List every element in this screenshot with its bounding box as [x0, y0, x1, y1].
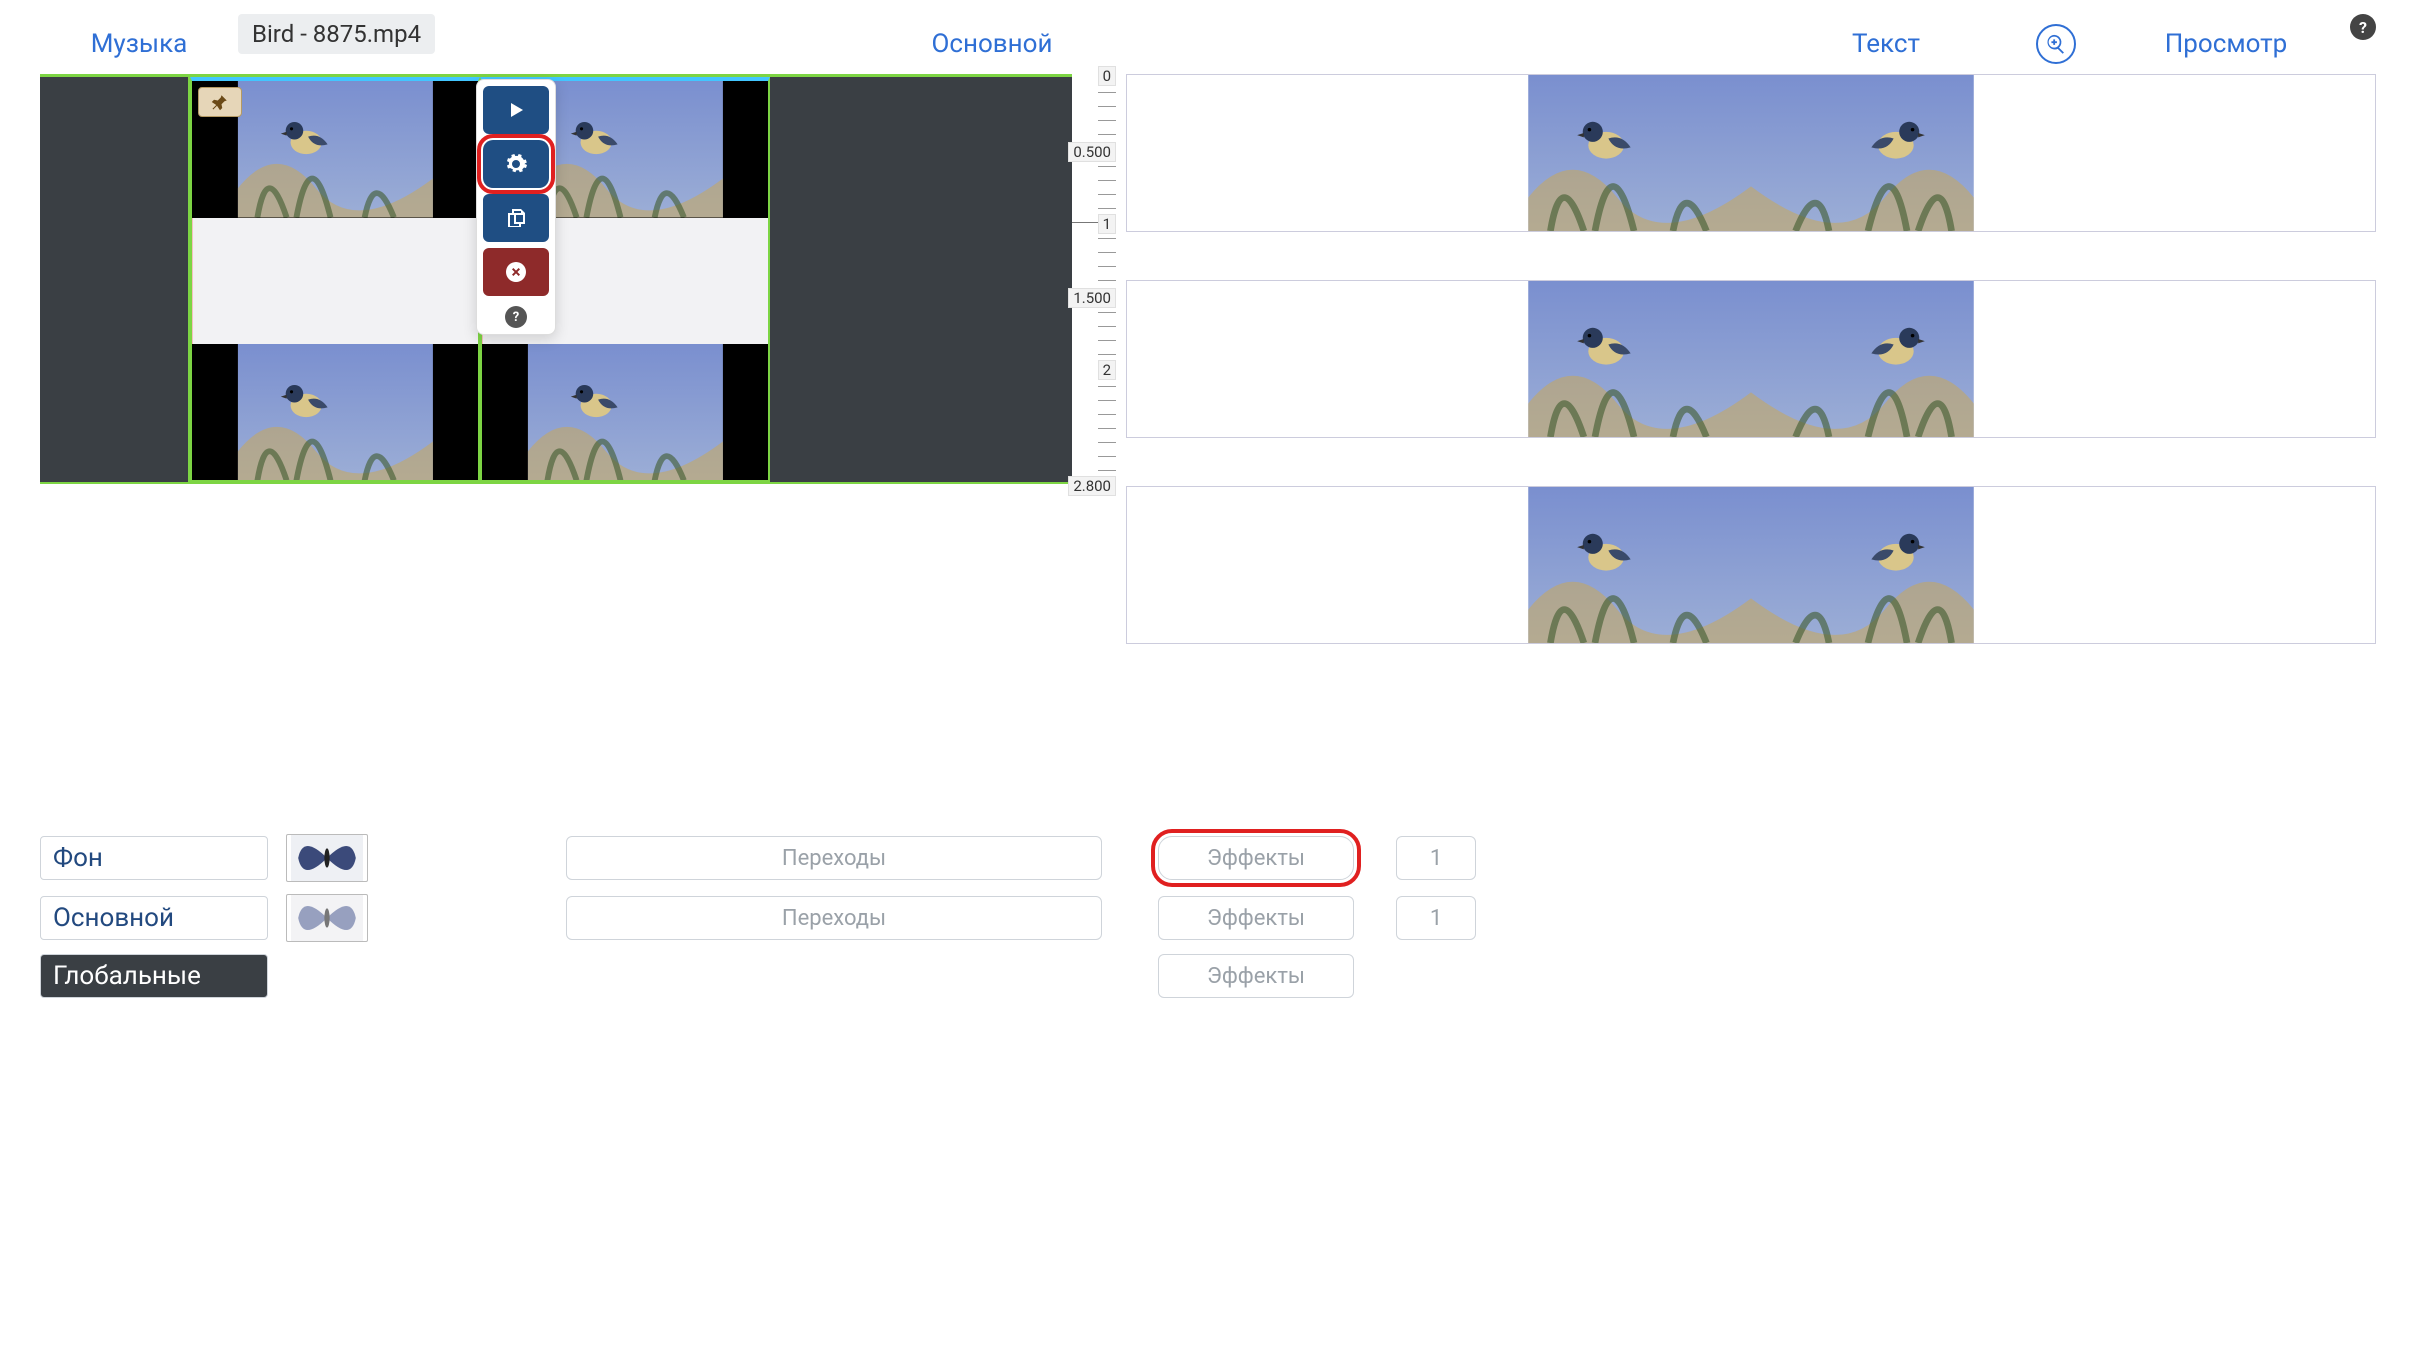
- settings-button[interactable]: [483, 140, 549, 188]
- play-icon: [504, 98, 528, 122]
- time-ruler: 0 0.500 1 1.500 2: [1072, 74, 1116, 644]
- ruler-label-05: 0.500: [1068, 142, 1116, 162]
- layer-thumb-main[interactable]: [286, 894, 368, 942]
- preview-thumb-2[interactable]: [1126, 280, 2376, 438]
- effects-count-row1: 1: [1396, 836, 1476, 880]
- preview-thumb-3[interactable]: [1126, 486, 2376, 644]
- effects-button-row2[interactable]: Эффекты: [1158, 896, 1354, 940]
- gear-icon: [504, 152, 528, 176]
- layer-button-global[interactable]: Глобальные: [40, 954, 268, 998]
- pin-button[interactable]: [198, 87, 242, 117]
- ruler-label-28: 2.800: [1068, 476, 1116, 496]
- layer-thumb-background[interactable]: [286, 834, 368, 882]
- timeline-pre-gap: [40, 77, 190, 482]
- ruler-label-0: 0: [1098, 66, 1116, 86]
- ruler-label-2: 2: [1098, 360, 1116, 380]
- layers-panel: Фон Переходы Эффекты 1 Основной Переходы…: [40, 834, 2376, 998]
- timeline-post-gap: [770, 77, 1072, 482]
- effects-button-row3[interactable]: Эффекты: [1158, 954, 1354, 998]
- copy-button[interactable]: [483, 194, 549, 242]
- ruler-label-15: 1.500: [1068, 288, 1116, 308]
- effects-count-row2: 1: [1396, 896, 1476, 940]
- copy-icon: [504, 206, 528, 230]
- effects-button-row1[interactable]: Эффекты: [1158, 836, 1354, 880]
- layer-button-background[interactable]: Фон: [40, 836, 268, 880]
- panel-help-button[interactable]: ?: [505, 306, 527, 328]
- ruler-label-1: 1: [1098, 214, 1116, 234]
- tab-preview[interactable]: Просмотр: [2076, 29, 2376, 59]
- preview-column: [1116, 74, 2376, 644]
- tab-main[interactable]: Основной: [238, 29, 1746, 59]
- play-button[interactable]: [483, 86, 549, 134]
- timeline-clip-1[interactable]: [190, 77, 480, 482]
- clip-action-panel: ?: [476, 79, 556, 335]
- tab-text[interactable]: Текст: [1746, 29, 2026, 59]
- timeline[interactable]: ?: [40, 74, 1072, 484]
- pin-icon: [211, 93, 229, 111]
- layer-button-main[interactable]: Основной: [40, 896, 268, 940]
- transitions-button-row1[interactable]: Переходы: [566, 836, 1102, 880]
- transitions-button-row2[interactable]: Переходы: [566, 896, 1102, 940]
- preview-thumb-1[interactable]: [1126, 74, 2376, 232]
- zoom-in-icon: [2045, 33, 2067, 55]
- zoom-in-button[interactable]: [2036, 24, 2076, 64]
- tab-music[interactable]: Музыка: [40, 29, 238, 59]
- help-button[interactable]: ?: [2350, 14, 2376, 40]
- delete-button[interactable]: [483, 248, 549, 296]
- delete-icon: [504, 260, 528, 284]
